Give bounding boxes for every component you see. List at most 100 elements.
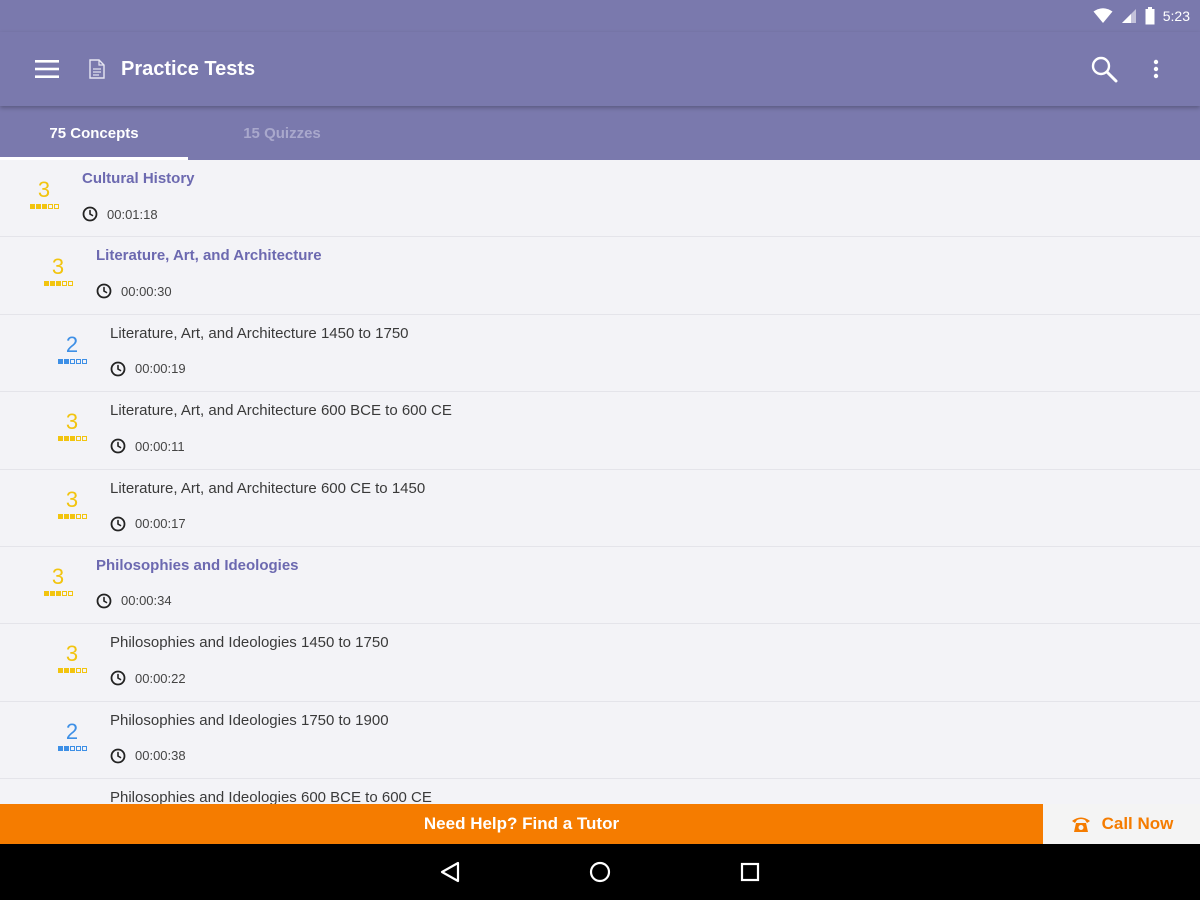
mastery-bar-segment [61, 590, 67, 596]
document-icon [87, 57, 107, 81]
mastery-bar-segment [43, 281, 49, 287]
battery-icon [1145, 7, 1155, 25]
mastery-badge: 2 [52, 719, 92, 751]
overflow-menu-button[interactable] [1132, 45, 1180, 93]
back-button[interactable] [430, 852, 470, 892]
phone-icon [1071, 817, 1090, 832]
mastery-bar-segment [29, 204, 35, 209]
mastery-bar [52, 513, 92, 519]
time-value: 00:00:34 [121, 593, 172, 609]
concept-row[interactable]: 2 Philosophies and Ideologies 1750 to 190… [0, 702, 1200, 780]
mastery-bar [38, 590, 78, 596]
time-spent: 00:00:19 [110, 361, 186, 377]
mastery-bar [38, 281, 78, 287]
mastery-badge: 3 [52, 486, 92, 519]
mastery-bar-segment [75, 668, 81, 674]
mastery-bar [52, 436, 92, 442]
mastery-bar-segment [69, 513, 75, 519]
clock-icon [82, 206, 98, 222]
mastery-level: 3 [37, 177, 51, 202]
mastery-bar-segment [67, 590, 73, 596]
mastery-badge: 3 [24, 178, 64, 209]
concept-row[interactable]: 3 Philosophies and Ideologies 1450 to 175… [0, 624, 1200, 702]
tab-bar: 75 Concepts 15 Quizzes [0, 106, 1200, 160]
concept-row[interactable]: 2 Literature, Art, and Architecture 1450 … [0, 315, 1200, 393]
time-spent: 00:01:18 [82, 206, 158, 222]
concept-row[interactable]: 3 Philosophies and Ideologies 00:00:34 [0, 547, 1200, 625]
time-spent: 00:00:30 [96, 283, 172, 299]
mastery-bar [52, 745, 92, 751]
tab-concepts[interactable]: 75 Concepts [0, 106, 188, 160]
call-now-label: Call Now [1101, 814, 1174, 833]
mastery-bar-segment [61, 281, 67, 287]
mastery-bar-segment [75, 513, 81, 519]
concept-row[interactable]: 3 Cultural History 00:01:18 [0, 160, 1200, 238]
mastery-bar-segment [69, 668, 75, 674]
status-bar: 5:23 [0, 0, 1200, 32]
mastery-bar-segment [81, 513, 87, 519]
mastery-level: 3 [51, 254, 65, 280]
mastery-bar-segment [57, 436, 63, 442]
system-nav-bar [0, 844, 1200, 900]
recents-button[interactable] [730, 852, 770, 892]
mastery-bar-segment [49, 590, 55, 596]
menu-button[interactable] [23, 45, 71, 93]
mastery-bar-segment [63, 513, 69, 519]
concept-title: Literature, Art, and Architecture 600 BC… [110, 402, 452, 420]
concept-title: Literature, Art, and Architecture 1450 t… [110, 324, 409, 342]
mastery-bar-segment [57, 513, 63, 519]
mastery-bar-segment [57, 358, 63, 364]
clock-icon [96, 283, 112, 299]
time-value: 00:00:17 [135, 516, 186, 532]
help-bar: Need Help? Find a Tutor Call Now [0, 804, 1200, 844]
tab-quizzes[interactable]: 15 Quizzes [188, 106, 376, 160]
concept-title: Philosophies and Ideologies 1450 to 1750 [110, 634, 389, 652]
mastery-bar-segment [75, 436, 81, 442]
search-button[interactable] [1080, 45, 1128, 93]
recents-icon [740, 862, 760, 882]
mastery-bar-segment [49, 281, 55, 287]
find-tutor-button[interactable]: Need Help? Find a Tutor [0, 804, 1043, 844]
concept-row[interactable]: 3 Literature, Art, and Architecture 00:00:… [0, 237, 1200, 315]
time-spent: 00:00:38 [110, 748, 186, 764]
mastery-bar [52, 358, 92, 364]
mastery-bar-segment [63, 745, 69, 751]
concept-row[interactable]: 3 Literature, Art, and Architecture 600 B… [0, 392, 1200, 470]
time-spent: 00:00:34 [96, 593, 172, 609]
time-value: 00:00:11 [135, 438, 185, 454]
time-value: 00:00:30 [121, 283, 172, 299]
clock-icon [110, 516, 126, 531]
mastery-bar-segment [43, 590, 49, 596]
mastery-bar-segment [57, 745, 63, 751]
mastery-bar-segment [57, 668, 63, 674]
section-title: Literature, Art, and Architecture [96, 247, 322, 265]
clock-icon [110, 361, 126, 377]
concept-row[interactable]: 3 Literature, Art, and Architecture 600 C… [0, 470, 1200, 547]
hamburger-menu-icon [35, 60, 59, 78]
search-icon [1091, 56, 1118, 83]
mastery-bar-segment [81, 436, 87, 442]
mastery-badge: 3 [52, 409, 92, 442]
section-title: Cultural History [82, 170, 195, 187]
mastery-bar-segment [55, 281, 61, 287]
mastery-level: 3 [65, 409, 79, 435]
clock-icon [96, 593, 112, 609]
time-value: 00:00:19 [135, 361, 186, 377]
home-button[interactable] [580, 852, 620, 892]
mastery-bar-segment [67, 281, 73, 287]
clock-icon [110, 748, 126, 764]
mastery-bar-segment [75, 745, 81, 751]
mastery-bar [24, 204, 64, 209]
call-now-button[interactable]: Call Now [1043, 804, 1200, 844]
wifi-icon [1093, 8, 1113, 23]
concept-row[interactable]: Philosophies and Ideologies 600 BCE to 6… [0, 779, 1200, 804]
mastery-badge: 3 [38, 254, 78, 287]
concept-title: Philosophies and Ideologies 600 BCE to 6… [110, 789, 432, 804]
mastery-level: 3 [65, 486, 79, 512]
cell-signal-icon [1121, 9, 1136, 23]
overflow-menu-icon [1153, 59, 1159, 79]
mastery-bar-segment [63, 436, 69, 442]
mastery-bar-segment [69, 358, 75, 364]
time-value: 00:00:22 [135, 670, 186, 686]
mastery-bar-segment [81, 745, 87, 751]
